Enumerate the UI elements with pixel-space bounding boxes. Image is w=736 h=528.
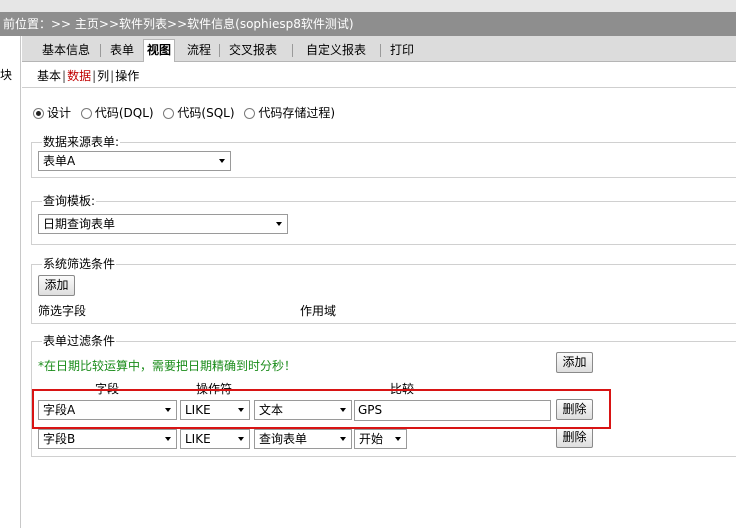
row2-value-value: 开始 (359, 432, 384, 446)
form-filter-add-button[interactable]: 添加 (556, 352, 593, 373)
top-strip (0, 0, 736, 12)
row2-operator-value: LIKE (185, 432, 211, 446)
data-source-value: 表单A (43, 154, 76, 168)
row2-operator-select[interactable]: LIKE (180, 429, 250, 449)
data-source-legend: 数据来源表单: (42, 135, 121, 149)
tab-basic-info[interactable]: 基本信息 (42, 40, 90, 62)
mode-option-label: 代码(SQL) (177, 106, 235, 120)
tab-crosstab-report[interactable]: 交叉报表 (229, 40, 277, 62)
subtab-columns[interactable]: 列 (97, 69, 109, 83)
row2-delete-button[interactable]: 删除 (556, 427, 593, 448)
mode-option-label: 代码存储过程) (258, 106, 336, 120)
subtab-data[interactable]: 数据 (67, 69, 91, 83)
system-filter-add-button[interactable]: 添加 (38, 275, 75, 296)
date-precision-note: *在日期比较运算中，需要把日期精确到时分秒！ (38, 359, 297, 373)
subtab-basic[interactable]: 基本 (37, 69, 61, 83)
mode-option-label: 代码(DQL) (94, 106, 154, 120)
mode-radio-group: 设计 代码(DQL) 代码(SQL) 代码存储过程) (33, 104, 341, 121)
radio-icon[interactable] (244, 108, 256, 119)
chevron-down-icon (238, 437, 244, 441)
tab-custom-report[interactable]: 自定义报表 (306, 40, 366, 62)
data-source-select[interactable]: 表单A (38, 151, 231, 171)
scope-header: 作用域 (300, 304, 337, 318)
radio-icon[interactable] (80, 108, 92, 119)
mode-option-design[interactable]: 设计 (33, 106, 71, 120)
row2-type-value: 查询表单 (259, 432, 308, 446)
tab-separator (380, 44, 381, 57)
sub-tabs: 基本|数据|列|操作 (37, 67, 139, 84)
breadcrumb: 前位置：>> 主页>>软件列表>>软件信息(sophiesp8软件测试) (0, 12, 736, 36)
highlight-annotation-box (32, 389, 611, 429)
mode-option-sql[interactable]: 代码(SQL) (163, 106, 235, 120)
system-filter-legend: 系统筛选条件 (42, 257, 117, 271)
left-panel-text: 块 (0, 68, 13, 82)
radio-icon[interactable] (163, 108, 175, 119)
row2-type-select[interactable]: 查询表单 (254, 429, 352, 449)
tab-view[interactable]: 视图 (143, 39, 176, 62)
chevron-down-icon (165, 437, 171, 441)
query-template-value: 日期查询表单 (43, 217, 116, 231)
tab-bar: 基本信息 表单 视图 流程 交叉报表 自定义报表 打印 (22, 36, 736, 62)
row2-field-select[interactable]: 字段B (38, 429, 177, 449)
radio-selected-icon[interactable] (33, 108, 44, 119)
row2-value-select[interactable]: 开始 (354, 429, 407, 449)
divider (22, 87, 736, 88)
query-template-legend: 查询模板: (42, 194, 97, 208)
system-filter-fieldset: 系统筛选条件 (31, 257, 736, 324)
mode-option-dql[interactable]: 代码(DQL) (80, 106, 154, 120)
tab-separator (100, 44, 101, 57)
filter-field-header: 筛选字段 (38, 304, 87, 318)
row2-field-value: 字段B (43, 432, 76, 446)
tab-separator (292, 44, 293, 57)
mode-option-stored-procedure[interactable]: 代码存储过程) (244, 106, 335, 120)
form-filter-legend: 表单过滤条件 (42, 334, 117, 348)
subtab-actions[interactable]: 操作 (115, 69, 139, 83)
mode-option-label: 设计 (47, 106, 72, 120)
tab-flow[interactable]: 流程 (187, 40, 211, 62)
tab-separator (219, 44, 220, 57)
left-panel: 块 (0, 36, 21, 528)
chevron-down-icon (276, 222, 282, 226)
tab-print[interactable]: 打印 (390, 40, 414, 62)
chevron-down-icon (219, 159, 225, 163)
tab-form[interactable]: 表单 (110, 40, 134, 62)
chevron-down-icon (395, 437, 401, 441)
chevron-down-icon (340, 437, 346, 441)
query-template-select[interactable]: 日期查询表单 (38, 214, 288, 234)
